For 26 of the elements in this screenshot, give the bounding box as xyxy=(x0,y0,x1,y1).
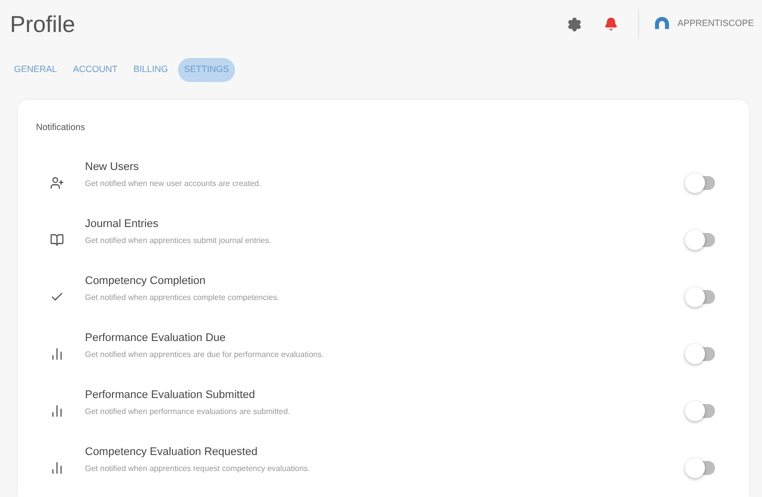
section-title: Notifications xyxy=(35,120,86,134)
person-add-icon xyxy=(50,176,64,190)
bell-icon[interactable] xyxy=(604,17,618,31)
notification-title: Performance Evaluation Due xyxy=(85,330,227,346)
page-title: Profile xyxy=(10,10,76,39)
book-icon xyxy=(50,232,64,246)
notification-title: Journal Entries xyxy=(85,216,160,232)
notification-description: Get notified when apprentices are due for performance evaluations. xyxy=(85,349,325,362)
notification-title: New Users xyxy=(85,160,140,175)
notification-description: Get notified when apprentices complete competencies. xyxy=(85,292,280,304)
tab[interactable]: GENERAL xyxy=(8,58,64,82)
notification-title: Competency Completion xyxy=(85,274,206,289)
bar-chart-icon xyxy=(50,460,64,474)
notification-title: Performance Evaluation Submitted xyxy=(85,388,256,403)
notification-title: Competency Evaluation Requested xyxy=(85,444,258,460)
settings-icon[interactable] xyxy=(567,16,582,32)
notification-description: Get notified when apprentices request competency evaluations. xyxy=(85,463,312,476)
bar-chart-icon xyxy=(50,346,64,360)
tab[interactable]: BILLING xyxy=(128,58,174,82)
tab[interactable]: SETTINGS xyxy=(178,58,236,82)
tab[interactable]: ACCOUNT xyxy=(67,58,124,82)
notification-description: Get notified when apprentices submit journal entries. xyxy=(85,235,272,248)
brand-name[interactable]: APPRENTISCOPE xyxy=(677,17,754,31)
notification-description: Get notified when performance evaluations are submitted. xyxy=(85,406,292,418)
notification-description: Get notified when new user accounts are created. xyxy=(85,178,262,190)
bar-chart-icon xyxy=(50,404,64,418)
